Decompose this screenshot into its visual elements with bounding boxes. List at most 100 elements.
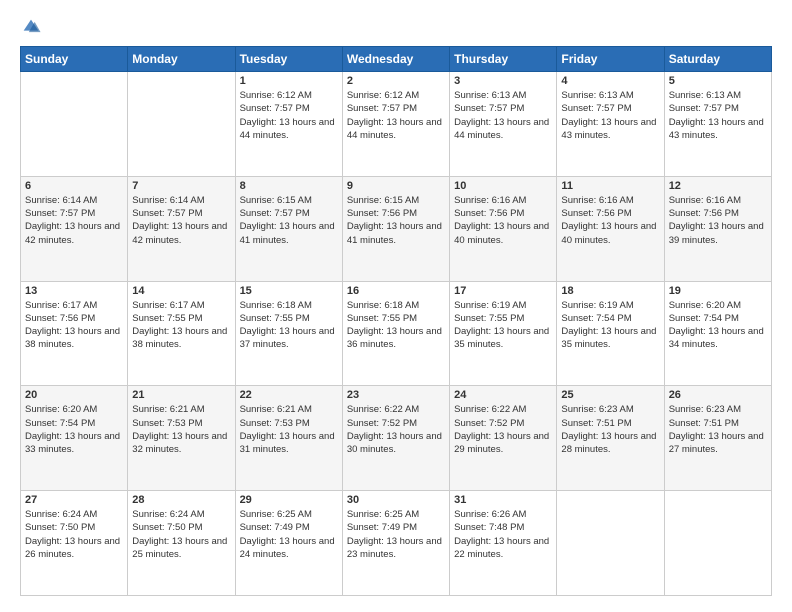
day-info: Sunrise: 6:13 AM Sunset: 7:57 PM Dayligh… bbox=[669, 89, 767, 142]
day-info: Sunrise: 6:25 AM Sunset: 7:49 PM Dayligh… bbox=[347, 508, 445, 561]
calendar-week-row: 6 Sunrise: 6:14 AM Sunset: 7:57 PM Daylig… bbox=[21, 176, 772, 281]
day-info: Sunrise: 6:25 AM Sunset: 7:49 PM Dayligh… bbox=[240, 508, 338, 561]
day-number: 3 bbox=[454, 75, 552, 87]
calendar-cell: 5 Sunrise: 6:13 AM Sunset: 7:57 PM Daylig… bbox=[664, 72, 771, 177]
day-info: Sunrise: 6:12 AM Sunset: 7:57 PM Dayligh… bbox=[347, 89, 445, 142]
header bbox=[20, 16, 772, 38]
calendar-cell: 12Sunrise: 6:16 AM Sunset: 7:56 PM Dayli… bbox=[664, 176, 771, 281]
calendar-cell: 29 Sunrise: 6:25 AM Sunset: 7:49 PM Dayli… bbox=[235, 491, 342, 596]
day-number: 10 bbox=[454, 180, 552, 192]
day-info: Sunrise: 6:22 AM Sunset: 7:52 PM Dayligh… bbox=[454, 403, 552, 456]
calendar-cell: 22 Sunrise: 6:21 AM Sunset: 7:53 PM Dayli… bbox=[235, 386, 342, 491]
logo bbox=[20, 16, 46, 38]
day-number: 13 bbox=[25, 285, 123, 297]
calendar-cell: 2 Sunrise: 6:12 AM Sunset: 7:57 PM Daylig… bbox=[342, 72, 449, 177]
day-number: 31 bbox=[454, 494, 552, 506]
page: SundayMondayTuesdayWednesdayThursdayFrid… bbox=[0, 0, 792, 612]
calendar-cell: 30 Sunrise: 6:25 AM Sunset: 7:49 PM Dayli… bbox=[342, 491, 449, 596]
day-info: Sunrise: 6:19 AM Sunset: 7:54 PM Dayligh… bbox=[561, 299, 659, 352]
day-number: 6 bbox=[25, 180, 123, 192]
calendar-week-row: 27 Sunrise: 6:24 AM Sunset: 7:50 PM Dayli… bbox=[21, 491, 772, 596]
calendar-table: SundayMondayTuesdayWednesdayThursdayFrid… bbox=[20, 46, 772, 596]
calendar-cell: 19 Sunrise: 6:20 AM Sunset: 7:54 PM Dayli… bbox=[664, 281, 771, 386]
day-number: 26 bbox=[669, 389, 767, 401]
day-number: 15 bbox=[240, 285, 338, 297]
calendar-week-row: 1 Sunrise: 6:12 AM Sunset: 7:57 PM Daylig… bbox=[21, 72, 772, 177]
day-number: 8 bbox=[240, 180, 338, 192]
day-info: Sunrise: 6:23 AM Sunset: 7:51 PM Dayligh… bbox=[669, 403, 767, 456]
day-info: Sunrise: 6:26 AM Sunset: 7:48 PM Dayligh… bbox=[454, 508, 552, 561]
day-number: 22 bbox=[240, 389, 338, 401]
calendar-cell: 4 Sunrise: 6:13 AM Sunset: 7:57 PM Daylig… bbox=[557, 72, 664, 177]
day-number: 20 bbox=[25, 389, 123, 401]
day-info: Sunrise: 6:23 AM Sunset: 7:51 PM Dayligh… bbox=[561, 403, 659, 456]
calendar-cell: 16 Sunrise: 6:18 AM Sunset: 7:55 PM Dayli… bbox=[342, 281, 449, 386]
day-info: Sunrise: 6:24 AM Sunset: 7:50 PM Dayligh… bbox=[132, 508, 230, 561]
weekday-header: Saturday bbox=[664, 47, 771, 72]
day-info: Sunrise: 6:18 AM Sunset: 7:55 PM Dayligh… bbox=[347, 299, 445, 352]
day-number: 2 bbox=[347, 75, 445, 87]
calendar-cell: 31 Sunrise: 6:26 AM Sunset: 7:48 PM Dayli… bbox=[450, 491, 557, 596]
day-info: Sunrise: 6:16 AM Sunset: 7:56 PM Dayligh… bbox=[454, 194, 552, 247]
day-number: 12 bbox=[669, 180, 767, 192]
weekday-header: Thursday bbox=[450, 47, 557, 72]
day-info: Sunrise: 6:14 AM Sunset: 7:57 PM Dayligh… bbox=[25, 194, 123, 247]
day-info: Sunrise: 6:22 AM Sunset: 7:52 PM Dayligh… bbox=[347, 403, 445, 456]
day-number: 17 bbox=[454, 285, 552, 297]
day-info: Sunrise: 6:13 AM Sunset: 7:57 PM Dayligh… bbox=[454, 89, 552, 142]
day-number: 28 bbox=[132, 494, 230, 506]
day-number: 16 bbox=[347, 285, 445, 297]
day-number: 30 bbox=[347, 494, 445, 506]
day-number: 23 bbox=[347, 389, 445, 401]
calendar-week-row: 20 Sunrise: 6:20 AM Sunset: 7:54 PM Dayli… bbox=[21, 386, 772, 491]
day-info: Sunrise: 6:13 AM Sunset: 7:57 PM Dayligh… bbox=[561, 89, 659, 142]
day-info: Sunrise: 6:12 AM Sunset: 7:57 PM Dayligh… bbox=[240, 89, 338, 142]
day-info: Sunrise: 6:17 AM Sunset: 7:55 PM Dayligh… bbox=[132, 299, 230, 352]
calendar-cell bbox=[128, 72, 235, 177]
calendar-cell: 27 Sunrise: 6:24 AM Sunset: 7:50 PM Dayli… bbox=[21, 491, 128, 596]
calendar-cell: 18 Sunrise: 6:19 AM Sunset: 7:54 PM Dayli… bbox=[557, 281, 664, 386]
calendar-cell bbox=[21, 72, 128, 177]
day-info: Sunrise: 6:20 AM Sunset: 7:54 PM Dayligh… bbox=[669, 299, 767, 352]
calendar-cell: 10 Sunrise: 6:16 AM Sunset: 7:56 PM Dayli… bbox=[450, 176, 557, 281]
day-info: Sunrise: 6:18 AM Sunset: 7:55 PM Dayligh… bbox=[240, 299, 338, 352]
day-info: Sunrise: 6:21 AM Sunset: 7:53 PM Dayligh… bbox=[132, 403, 230, 456]
calendar-cell: 15 Sunrise: 6:18 AM Sunset: 7:55 PM Dayli… bbox=[235, 281, 342, 386]
day-number: 11 bbox=[561, 180, 659, 192]
day-number: 9 bbox=[347, 180, 445, 192]
calendar-cell: 24 Sunrise: 6:22 AM Sunset: 7:52 PM Dayli… bbox=[450, 386, 557, 491]
weekday-header: Sunday bbox=[21, 47, 128, 72]
calendar-cell: 17Sunrise: 6:19 AM Sunset: 7:55 PM Dayli… bbox=[450, 281, 557, 386]
day-number: 29 bbox=[240, 494, 338, 506]
calendar-cell: 20 Sunrise: 6:20 AM Sunset: 7:54 PM Dayli… bbox=[21, 386, 128, 491]
weekday-header: Friday bbox=[557, 47, 664, 72]
calendar-cell: 26 Sunrise: 6:23 AM Sunset: 7:51 PM Dayli… bbox=[664, 386, 771, 491]
day-info: Sunrise: 6:15 AM Sunset: 7:57 PM Dayligh… bbox=[240, 194, 338, 247]
weekday-header: Wednesday bbox=[342, 47, 449, 72]
day-info: Sunrise: 6:14 AM Sunset: 7:57 PM Dayligh… bbox=[132, 194, 230, 247]
day-info: Sunrise: 6:20 AM Sunset: 7:54 PM Dayligh… bbox=[25, 403, 123, 456]
logo-icon bbox=[20, 16, 42, 38]
calendar-header-row: SundayMondayTuesdayWednesdayThursdayFrid… bbox=[21, 47, 772, 72]
day-info: Sunrise: 6:16 AM Sunset: 7:56 PM Dayligh… bbox=[561, 194, 659, 247]
calendar-cell: 7Sunrise: 6:14 AM Sunset: 7:57 PM Daylig… bbox=[128, 176, 235, 281]
day-number: 27 bbox=[25, 494, 123, 506]
calendar-cell: 8 Sunrise: 6:15 AM Sunset: 7:57 PM Daylig… bbox=[235, 176, 342, 281]
calendar-cell: 14 Sunrise: 6:17 AM Sunset: 7:55 PM Dayli… bbox=[128, 281, 235, 386]
calendar-cell: 13 Sunrise: 6:17 AM Sunset: 7:56 PM Dayli… bbox=[21, 281, 128, 386]
day-number: 14 bbox=[132, 285, 230, 297]
calendar-cell: 1 Sunrise: 6:12 AM Sunset: 7:57 PM Daylig… bbox=[235, 72, 342, 177]
day-info: Sunrise: 6:15 AM Sunset: 7:56 PM Dayligh… bbox=[347, 194, 445, 247]
day-number: 5 bbox=[669, 75, 767, 87]
day-number: 1 bbox=[240, 75, 338, 87]
day-number: 18 bbox=[561, 285, 659, 297]
day-info: Sunrise: 6:24 AM Sunset: 7:50 PM Dayligh… bbox=[25, 508, 123, 561]
day-number: 25 bbox=[561, 389, 659, 401]
day-info: Sunrise: 6:21 AM Sunset: 7:53 PM Dayligh… bbox=[240, 403, 338, 456]
day-info: Sunrise: 6:17 AM Sunset: 7:56 PM Dayligh… bbox=[25, 299, 123, 352]
day-number: 4 bbox=[561, 75, 659, 87]
day-number: 24 bbox=[454, 389, 552, 401]
day-number: 19 bbox=[669, 285, 767, 297]
calendar-cell: 6 Sunrise: 6:14 AM Sunset: 7:57 PM Daylig… bbox=[21, 176, 128, 281]
day-number: 21 bbox=[132, 389, 230, 401]
